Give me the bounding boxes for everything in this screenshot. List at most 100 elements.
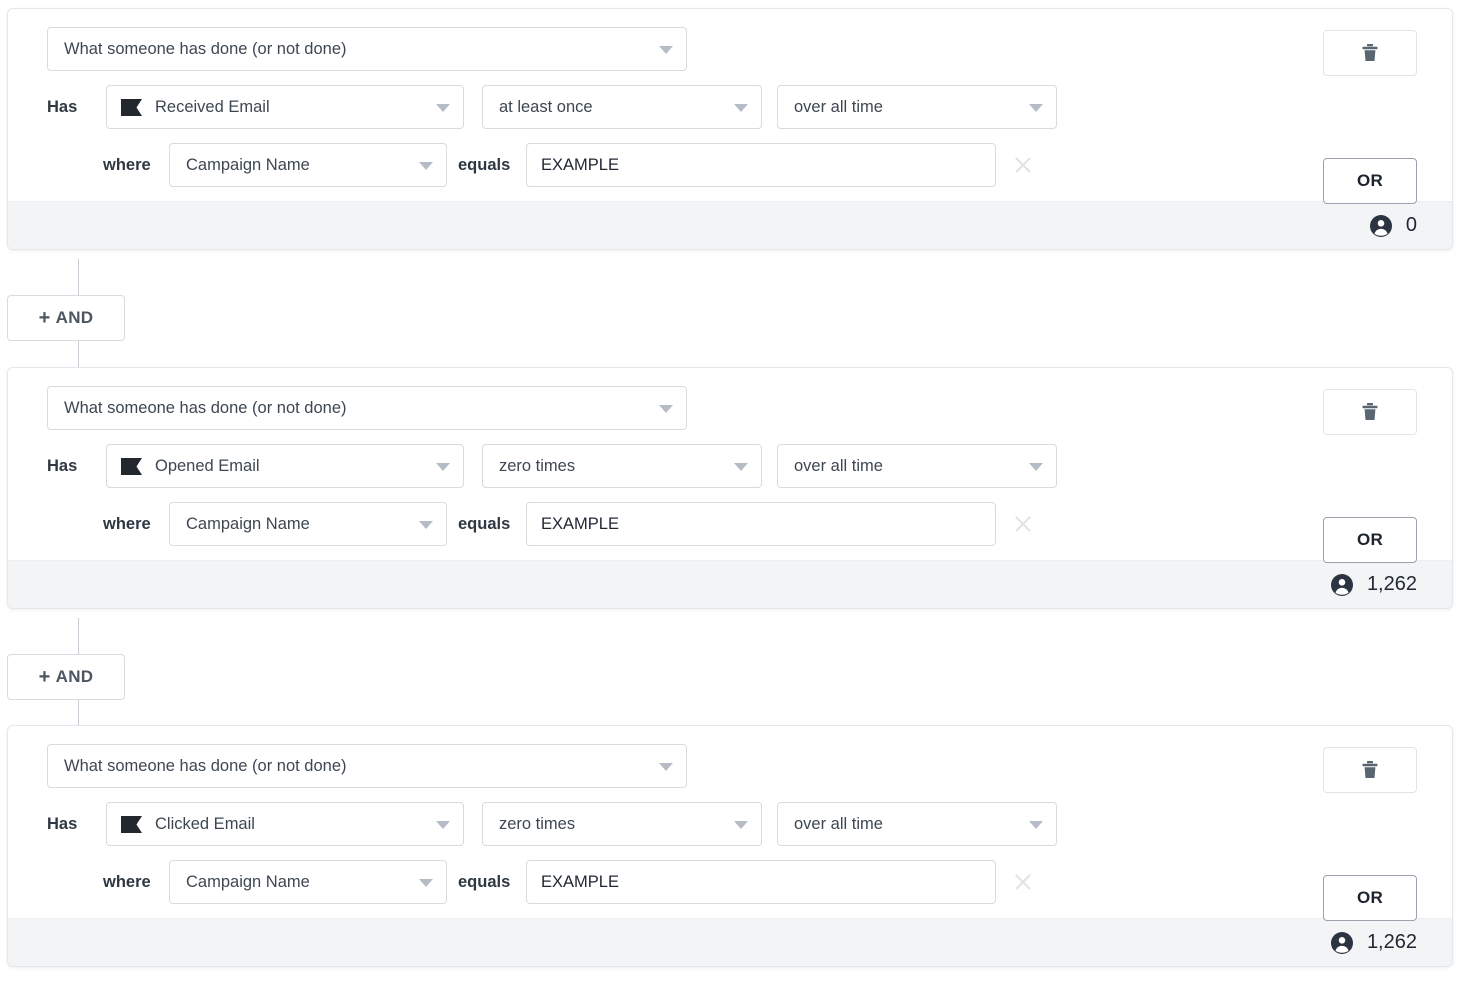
- add-and-label: AND: [55, 667, 94, 686]
- delete-condition-button[interactable]: [1323, 747, 1417, 793]
- condition-footer: 0: [8, 201, 1452, 249]
- condition-footer: 1,262: [8, 918, 1452, 966]
- where-label: where: [103, 155, 151, 174]
- timeframe-select-value: over all time: [794, 97, 883, 116]
- frequency-select[interactable]: at least once: [482, 85, 762, 129]
- attribute-select-value: Campaign Name: [186, 514, 310, 533]
- event-select[interactable]: Opened Email: [106, 444, 464, 488]
- people-count: 1,262: [1330, 931, 1417, 955]
- condition-card: What someone has done (or not done) Has …: [7, 725, 1453, 967]
- chevron-down-icon: [659, 46, 673, 54]
- filter-value-input[interactable]: [526, 143, 996, 187]
- plus-icon: +: [38, 307, 51, 329]
- segment-builder: What someone has done (or not done) Has …: [0, 0, 1460, 992]
- chevron-down-icon: [419, 521, 433, 529]
- condition-type-row: What someone has done (or not done): [8, 27, 1452, 71]
- event-select[interactable]: Clicked Email: [106, 802, 464, 846]
- condition-body: What someone has done (or not done) Has …: [8, 368, 1452, 563]
- chevron-down-icon: [436, 463, 450, 471]
- frequency-select-value: zero times: [499, 456, 576, 475]
- condition-type-row: What someone has done (or not done): [8, 744, 1452, 788]
- attribute-select[interactable]: Campaign Name: [169, 143, 447, 187]
- flag-icon: [121, 98, 142, 116]
- flag-icon: [121, 457, 142, 475]
- attribute-select[interactable]: Campaign Name: [169, 860, 447, 904]
- equals-label: equals: [458, 514, 511, 533]
- timeframe-select[interactable]: over all time: [777, 444, 1057, 488]
- add-and-button[interactable]: + AND: [7, 295, 125, 341]
- equals-label: equals: [458, 872, 511, 891]
- event-select-value: Received Email: [155, 97, 270, 116]
- add-and-button[interactable]: + AND: [7, 654, 125, 700]
- plus-icon: +: [38, 666, 51, 688]
- trash-icon: [1362, 44, 1378, 61]
- chevron-down-icon: [734, 104, 748, 112]
- attribute-select-value: Campaign Name: [186, 872, 310, 891]
- has-label: Has: [47, 814, 78, 833]
- close-icon[interactable]: [1010, 869, 1036, 895]
- event-select[interactable]: Received Email: [106, 85, 464, 129]
- event-row: Has Opened Email zero times over all tim…: [8, 444, 1452, 488]
- condition-type-select[interactable]: What someone has done (or not done): [47, 27, 687, 71]
- filter-value-input[interactable]: [526, 502, 996, 546]
- people-count-value: 1,262: [1366, 573, 1417, 595]
- add-and-label: AND: [55, 308, 94, 327]
- event-row: Has Received Email at least once over al…: [8, 85, 1452, 129]
- person-icon: [1330, 931, 1353, 954]
- chevron-down-icon: [1029, 104, 1043, 112]
- delete-condition-button[interactable]: [1323, 389, 1417, 435]
- frequency-select-value: zero times: [499, 814, 576, 833]
- chevron-down-icon: [1029, 821, 1043, 829]
- condition-type-select[interactable]: What someone has done (or not done): [47, 386, 687, 430]
- event-select-value: Clicked Email: [155, 814, 255, 833]
- timeframe-select[interactable]: over all time: [777, 802, 1057, 846]
- condition-card: What someone has done (or not done) Has …: [7, 367, 1453, 609]
- where-label: where: [103, 872, 151, 891]
- event-row: Has Clicked Email zero times over all ti…: [8, 802, 1452, 846]
- chevron-down-icon: [1029, 463, 1043, 471]
- chevron-down-icon: [419, 162, 433, 170]
- timeframe-select[interactable]: over all time: [777, 85, 1057, 129]
- condition-type-value: What someone has done (or not done): [64, 756, 347, 775]
- chevron-down-icon: [436, 104, 450, 112]
- chevron-down-icon: [436, 821, 450, 829]
- where-label: where: [103, 514, 151, 533]
- condition-type-row: What someone has done (or not done): [8, 386, 1452, 430]
- frequency-select-value: at least once: [499, 97, 593, 116]
- chevron-down-icon: [419, 879, 433, 887]
- filter-row: where Campaign Name equals: [8, 502, 1452, 546]
- has-label: Has: [47, 456, 78, 475]
- people-count: 0: [1369, 214, 1417, 238]
- filter-value-input[interactable]: [526, 860, 996, 904]
- condition-type-select[interactable]: What someone has done (or not done): [47, 744, 687, 788]
- chevron-down-icon: [659, 405, 673, 413]
- condition-body: What someone has done (or not done) Has …: [8, 9, 1452, 204]
- or-button[interactable]: OR: [1323, 875, 1417, 921]
- condition-type-value: What someone has done (or not done): [64, 398, 347, 417]
- condition-type-value: What someone has done (or not done): [64, 39, 347, 58]
- has-label: Has: [47, 97, 78, 116]
- filter-row: where Campaign Name equals: [8, 143, 1452, 187]
- event-select-value: Opened Email: [155, 456, 260, 475]
- timeframe-select-value: over all time: [794, 456, 883, 475]
- condition-card: What someone has done (or not done) Has …: [7, 8, 1453, 250]
- attribute-select-value: Campaign Name: [186, 155, 310, 174]
- people-count: 1,262: [1330, 573, 1417, 597]
- chevron-down-icon: [659, 763, 673, 771]
- close-icon[interactable]: [1010, 511, 1036, 537]
- filter-row: where Campaign Name equals: [8, 860, 1452, 904]
- attribute-select[interactable]: Campaign Name: [169, 502, 447, 546]
- delete-condition-button[interactable]: [1323, 30, 1417, 76]
- frequency-select[interactable]: zero times: [482, 802, 762, 846]
- or-button[interactable]: OR: [1323, 158, 1417, 204]
- flag-icon: [121, 815, 142, 833]
- condition-footer: 1,262: [8, 560, 1452, 608]
- people-count-value: 0: [1405, 214, 1417, 236]
- timeframe-select-value: over all time: [794, 814, 883, 833]
- or-button[interactable]: OR: [1323, 517, 1417, 563]
- condition-body: What someone has done (or not done) Has …: [8, 726, 1452, 921]
- person-icon: [1369, 214, 1392, 237]
- frequency-select[interactable]: zero times: [482, 444, 762, 488]
- close-icon[interactable]: [1010, 152, 1036, 178]
- person-icon: [1330, 573, 1353, 596]
